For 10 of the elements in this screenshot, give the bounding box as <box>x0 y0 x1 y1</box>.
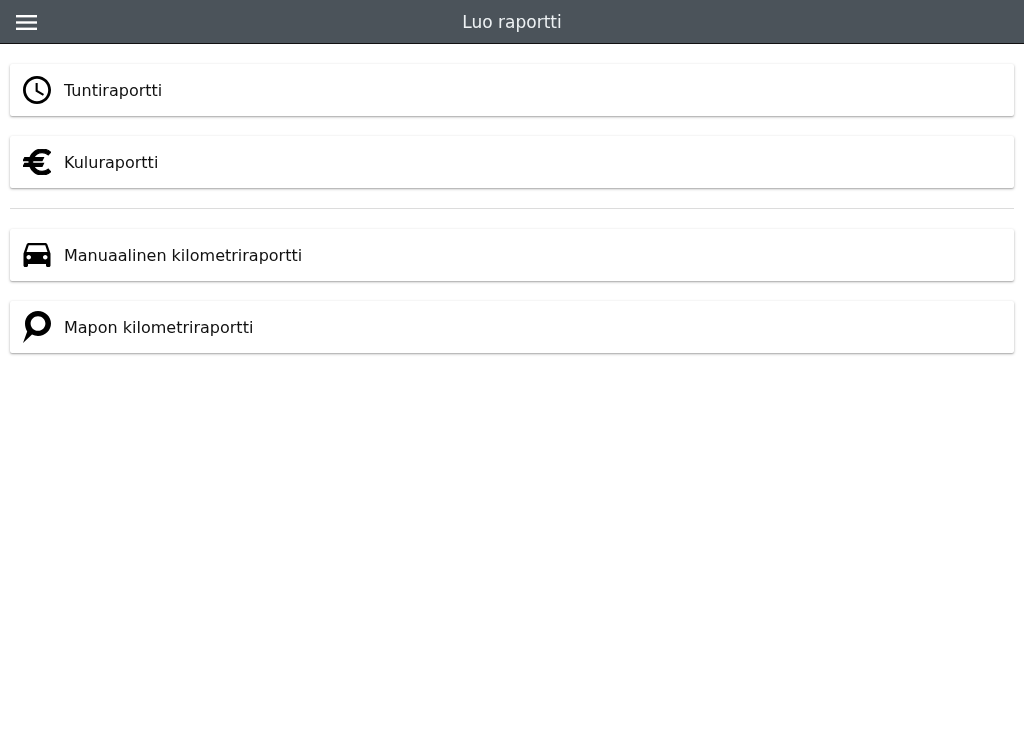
menu-icon <box>15 14 37 30</box>
report-item[interactable]: Manuaalinen kilometriraportti <box>10 229 1014 281</box>
report-item[interactable]: Kuluraportti <box>10 136 1014 188</box>
euro-icon <box>23 149 51 175</box>
report-item[interactable]: Tuntiraportti <box>10 64 1014 116</box>
car-icon <box>23 243 51 267</box>
speech-bubble-icon <box>23 311 51 343</box>
report-item[interactable]: Mapon kilometriraportti <box>10 301 1014 353</box>
page-title: Luo raportti <box>462 11 562 32</box>
clock-icon <box>23 76 51 104</box>
